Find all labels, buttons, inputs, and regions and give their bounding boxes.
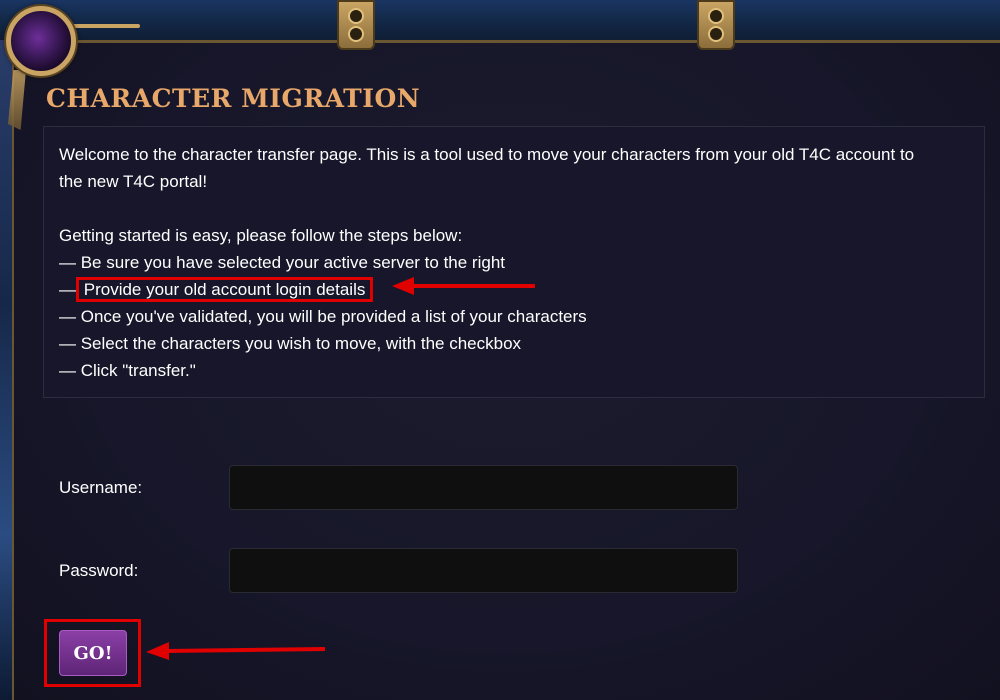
metal-hinge-icon xyxy=(337,0,375,50)
step-item: — Be sure you have selected your active … xyxy=(59,253,506,272)
intro-text: the new T4C portal! xyxy=(59,172,208,191)
username-input[interactable] xyxy=(229,465,738,510)
step-item: — Select the characters you wish to move… xyxy=(59,334,522,353)
purple-orb-icon xyxy=(6,6,76,76)
hinge-slot xyxy=(708,26,724,42)
hinge-slot xyxy=(348,8,364,24)
steps-heading: Getting started is easy, please follow t… xyxy=(59,226,463,245)
password-input[interactable] xyxy=(229,548,738,593)
username-label: Username: xyxy=(59,478,143,497)
step-dash: — xyxy=(59,280,76,299)
metal-hinge-icon xyxy=(697,0,735,50)
top-banner xyxy=(0,0,1000,43)
page-title: CHARACTER MIGRATION xyxy=(46,84,421,113)
highlighted-step: Provide your old account login details xyxy=(75,277,374,302)
step-item: — Click "transfer." xyxy=(59,361,196,380)
red-arrow-icon xyxy=(392,277,535,295)
hinge-slot xyxy=(708,8,724,24)
left-border-art xyxy=(0,40,14,700)
intro-text: Welcome to the character transfer page. … xyxy=(59,145,915,164)
hinge-slot xyxy=(348,26,364,42)
go-button[interactable]: GO! xyxy=(59,630,127,676)
step-item-highlighted: — Provide your old account login details xyxy=(59,276,374,303)
red-arrow-icon xyxy=(146,642,326,660)
step-item: — Once you've validated, you will be pro… xyxy=(59,307,587,326)
password-label: Password: xyxy=(59,561,139,580)
